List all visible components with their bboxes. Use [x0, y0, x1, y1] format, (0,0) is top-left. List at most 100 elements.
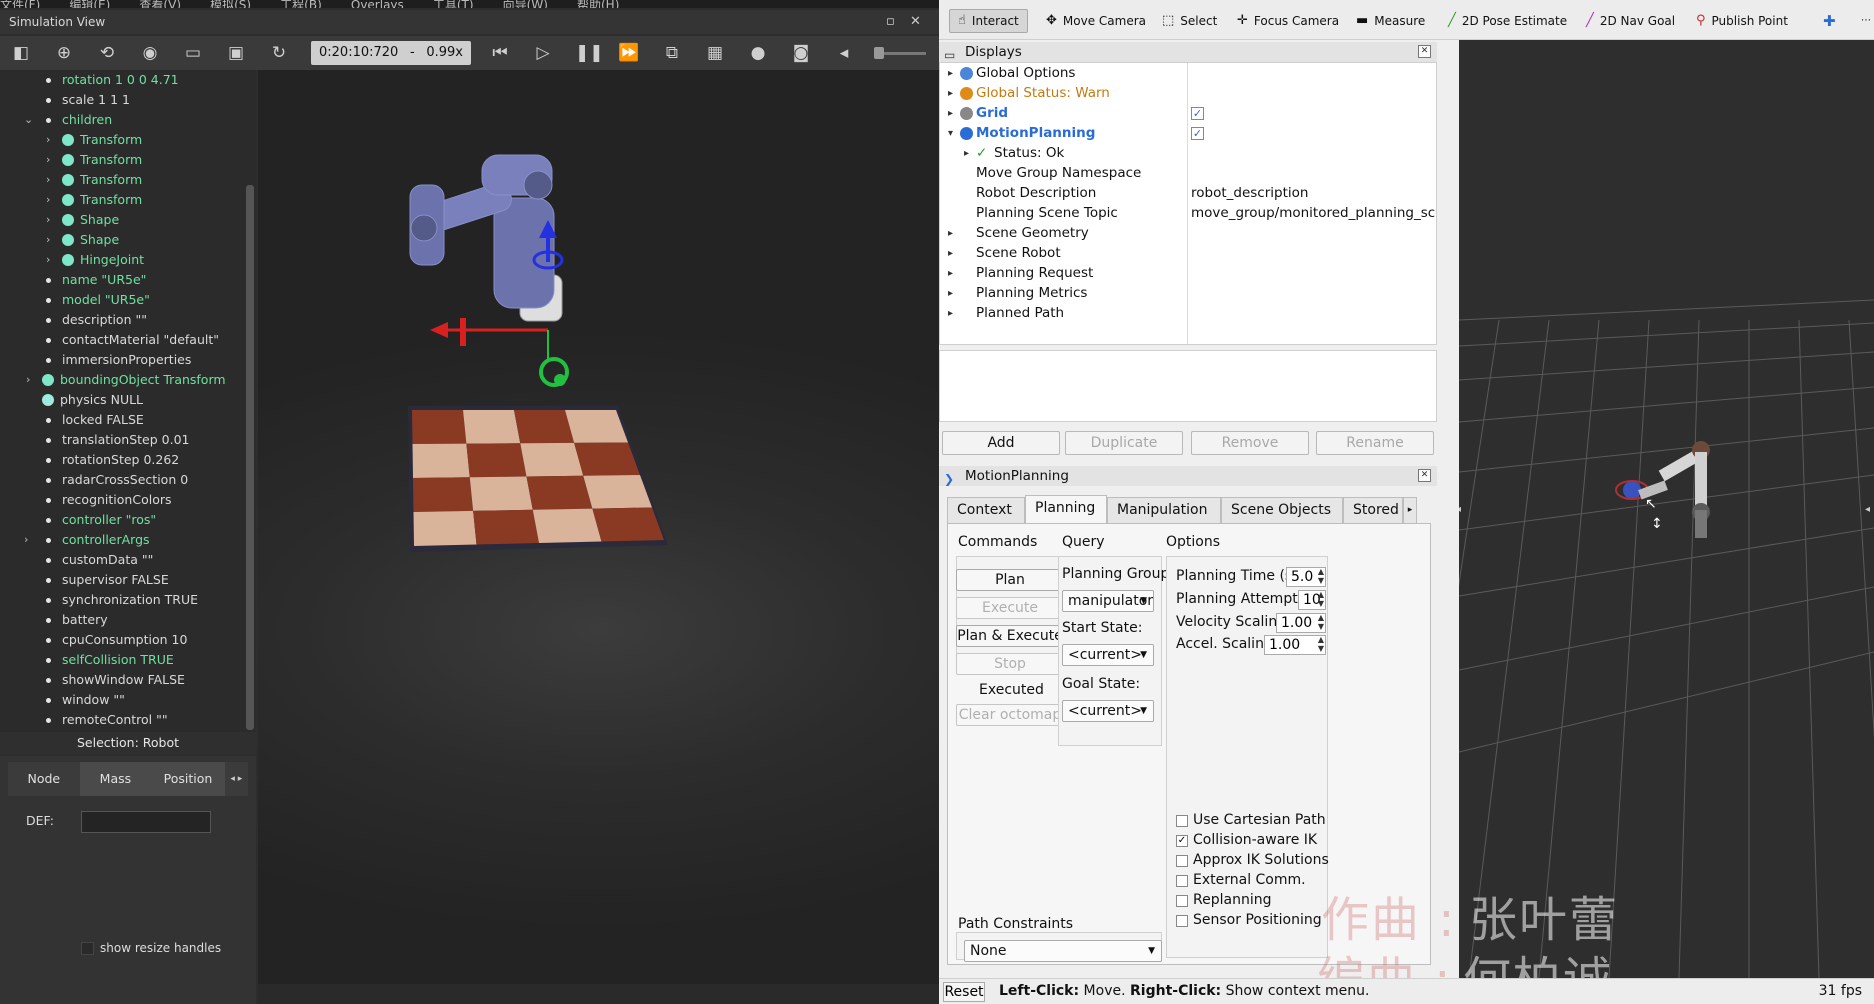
- tool-interact[interactable]: ☝ Interact: [949, 9, 1028, 33]
- chevron-right-icon[interactable]: ▸: [948, 304, 953, 323]
- display-row[interactable]: ▸ Scene Robot: [940, 244, 1436, 263]
- plan-execute-button[interactable]: Plan & Execute: [956, 625, 1064, 647]
- reset-simulation-icon[interactable]: ↻: [268, 42, 290, 64]
- chevron-down-icon[interactable]: ▾: [948, 124, 953, 143]
- tab-mass[interactable]: Mass: [79, 762, 152, 796]
- menu-overlays[interactable]: Overlays: [351, 0, 404, 8]
- option-checkbox[interactable]: [1176, 895, 1188, 907]
- stop-button[interactable]: Stop: [956, 653, 1064, 675]
- collapse-right-icon[interactable]: ◂: [1865, 504, 1870, 515]
- display-row[interactable]: ▸ Planned Path: [940, 304, 1436, 323]
- option-checkbox[interactable]: ✓: [1176, 835, 1188, 847]
- option-checkbox[interactable]: [1176, 855, 1188, 867]
- scene-tree-item[interactable]: radarCrossSection 0: [0, 470, 256, 490]
- show-resize-handles-checkbox[interactable]: [81, 942, 94, 955]
- display-row-value[interactable]: robot_description: [1191, 184, 1308, 203]
- undock-icon[interactable]: ▫: [886, 10, 895, 34]
- volume-handle[interactable]: [874, 46, 884, 59]
- display-row[interactable]: ▸ Global Status: Warn: [940, 84, 1436, 103]
- chevron-right-icon[interactable]: ›: [46, 250, 50, 270]
- reset-button[interactable]: Reset: [943, 982, 985, 1002]
- displays-tree[interactable]: ▸ Global Options ▸ Global Status: Warn ▸ Grid…: [939, 62, 1437, 345]
- tool-move-camera[interactable]: ✥ Move Camera: [1042, 9, 1146, 33]
- tool-2d-nav-goal[interactable]: ╱ 2D Nav Goal: [1582, 9, 1675, 33]
- chevron-right-icon[interactable]: ›: [46, 170, 50, 190]
- scene-tree-item[interactable]: › HingeJoint: [0, 250, 256, 270]
- toggle-scene-tree-icon[interactable]: ◧: [10, 42, 32, 64]
- scene-tree-item[interactable]: contactMaterial "default": [0, 330, 256, 350]
- spin-arrows-icon[interactable]: ▲ ▼: [1318, 590, 1324, 608]
- scene-tree-item[interactable]: › Shape: [0, 230, 256, 250]
- scene-tree-item[interactable]: physics NULL: [0, 390, 256, 410]
- close-icon[interactable]: ✕: [1418, 45, 1431, 58]
- pause-icon[interactable]: ❚❚: [575, 42, 604, 64]
- rename-display-button[interactable]: Rename: [1316, 431, 1434, 455]
- chevron-right-icon[interactable]: ▸: [948, 84, 953, 103]
- fast-icon[interactable]: ⧉: [661, 42, 683, 64]
- scene-tree-item[interactable]: locked FALSE: [0, 410, 256, 430]
- step-back-icon[interactable]: ⏮: [489, 42, 511, 64]
- scene-tree-item[interactable]: immersionProperties: [0, 350, 256, 370]
- scene-tree-item[interactable]: supervisor FALSE: [0, 570, 256, 590]
- scene-tree-item[interactable]: controller "ros": [0, 510, 256, 530]
- menu-build[interactable]: 工程(B): [280, 0, 322, 8]
- tool-select[interactable]: ⬚ Select: [1158, 9, 1217, 33]
- add-node-icon[interactable]: ⊕: [53, 42, 75, 64]
- display-row[interactable]: Robot Description robot_description: [940, 184, 1436, 203]
- save-icon[interactable]: ▣: [225, 42, 247, 64]
- chevron-right-icon[interactable]: ▸: [948, 244, 953, 263]
- chevron-right-icon[interactable]: ▸: [948, 224, 953, 243]
- scene-tree-item[interactable]: scale 1 1 1: [0, 90, 256, 110]
- tab-manipulation[interactable]: Manipulation: [1107, 497, 1221, 523]
- display-enabled-checkbox[interactable]: ✓: [1191, 107, 1204, 120]
- def-input[interactable]: [81, 811, 211, 833]
- display-row[interactable]: ▸ Scene Geometry: [940, 224, 1436, 243]
- tab-planning[interactable]: Planning: [1025, 495, 1107, 523]
- movie-icon[interactable]: ▦: [704, 42, 726, 64]
- tab-stored[interactable]: Stored: [1343, 497, 1403, 523]
- chevron-right-icon[interactable]: ›: [46, 190, 50, 210]
- display-row[interactable]: ▸ Global Options: [940, 64, 1436, 83]
- chevron-right-icon[interactable]: ▸: [948, 64, 953, 83]
- chevron-right-icon[interactable]: ›: [46, 230, 50, 250]
- menu-edit[interactable]: 编辑(E): [69, 0, 110, 8]
- tool-2d-pose-estimate[interactable]: ╱ 2D Pose Estimate: [1444, 9, 1567, 33]
- collapse-left-icon[interactable]: ◂: [1459, 504, 1461, 515]
- option-checkbox[interactable]: [1176, 875, 1188, 887]
- scene-tree-item[interactable]: model "UR5e": [0, 290, 256, 310]
- display-row-value[interactable]: move_group/monitored_planning_sc: [1191, 204, 1435, 223]
- planning-group-combo[interactable]: manipulator ▼: [1062, 590, 1154, 612]
- chevron-right-icon[interactable]: ▸: [948, 264, 953, 283]
- display-row[interactable]: ▸ Grid ✓: [940, 104, 1436, 123]
- display-row[interactable]: ▾ MotionPlanning ✓: [940, 124, 1436, 143]
- chevron-right-icon[interactable]: ›: [46, 210, 50, 230]
- rviz-3d-view[interactable]: ↖ ↕ ◂ ◂: [1459, 40, 1874, 978]
- scene-tree-item[interactable]: › Transform: [0, 130, 256, 150]
- clear-octomap-button[interactable]: Clear octomap: [956, 704, 1064, 726]
- chevron-right-icon[interactable]: ›: [46, 130, 50, 150]
- menu-file[interactable]: 文件(F): [0, 0, 40, 8]
- scene-tree-item[interactable]: › Transform: [0, 190, 256, 210]
- display-row[interactable]: ▸ ✓ Status: Ok: [940, 144, 1436, 163]
- duplicate-display-button[interactable]: Duplicate: [1065, 431, 1183, 455]
- velocity-scaling-spinbox[interactable]: 1.00 ▲ ▼: [1276, 613, 1326, 633]
- start-state-combo[interactable]: <current> ▼: [1062, 644, 1154, 666]
- chevron-right-icon[interactable]: ▸: [948, 284, 953, 303]
- close-icon[interactable]: ✕: [910, 10, 921, 34]
- tab-scene-objects[interactable]: Scene Objects: [1221, 497, 1343, 523]
- scene-tree-item[interactable]: synchronization TRUE: [0, 590, 256, 610]
- display-row[interactable]: ▸ Planning Metrics: [940, 284, 1436, 303]
- scene-tree-item[interactable]: rotation 1 0 0 4.71: [0, 70, 256, 90]
- tab-scroll-arrows[interactable]: ◂ ▸: [225, 762, 248, 796]
- plan-button[interactable]: Plan: [956, 569, 1064, 591]
- scene-tree-item[interactable]: rotationStep 0.262: [0, 450, 256, 470]
- menu-wizards[interactable]: 向导(W): [503, 0, 548, 8]
- scene-tree-item[interactable]: translationStep 0.01: [0, 430, 256, 450]
- scene-tree-item[interactable]: › Transform: [0, 150, 256, 170]
- volume-slider[interactable]: [874, 46, 926, 59]
- accel-scaling-spinbox[interactable]: 1.00 ▲ ▼: [1264, 635, 1326, 655]
- record-icon[interactable]: ●: [747, 42, 769, 64]
- tool-focus-camera[interactable]: ✛ Focus Camera: [1233, 9, 1339, 33]
- option-checkbox[interactable]: [1176, 915, 1188, 927]
- add-tool-icon[interactable]: ✚: [1819, 9, 1836, 33]
